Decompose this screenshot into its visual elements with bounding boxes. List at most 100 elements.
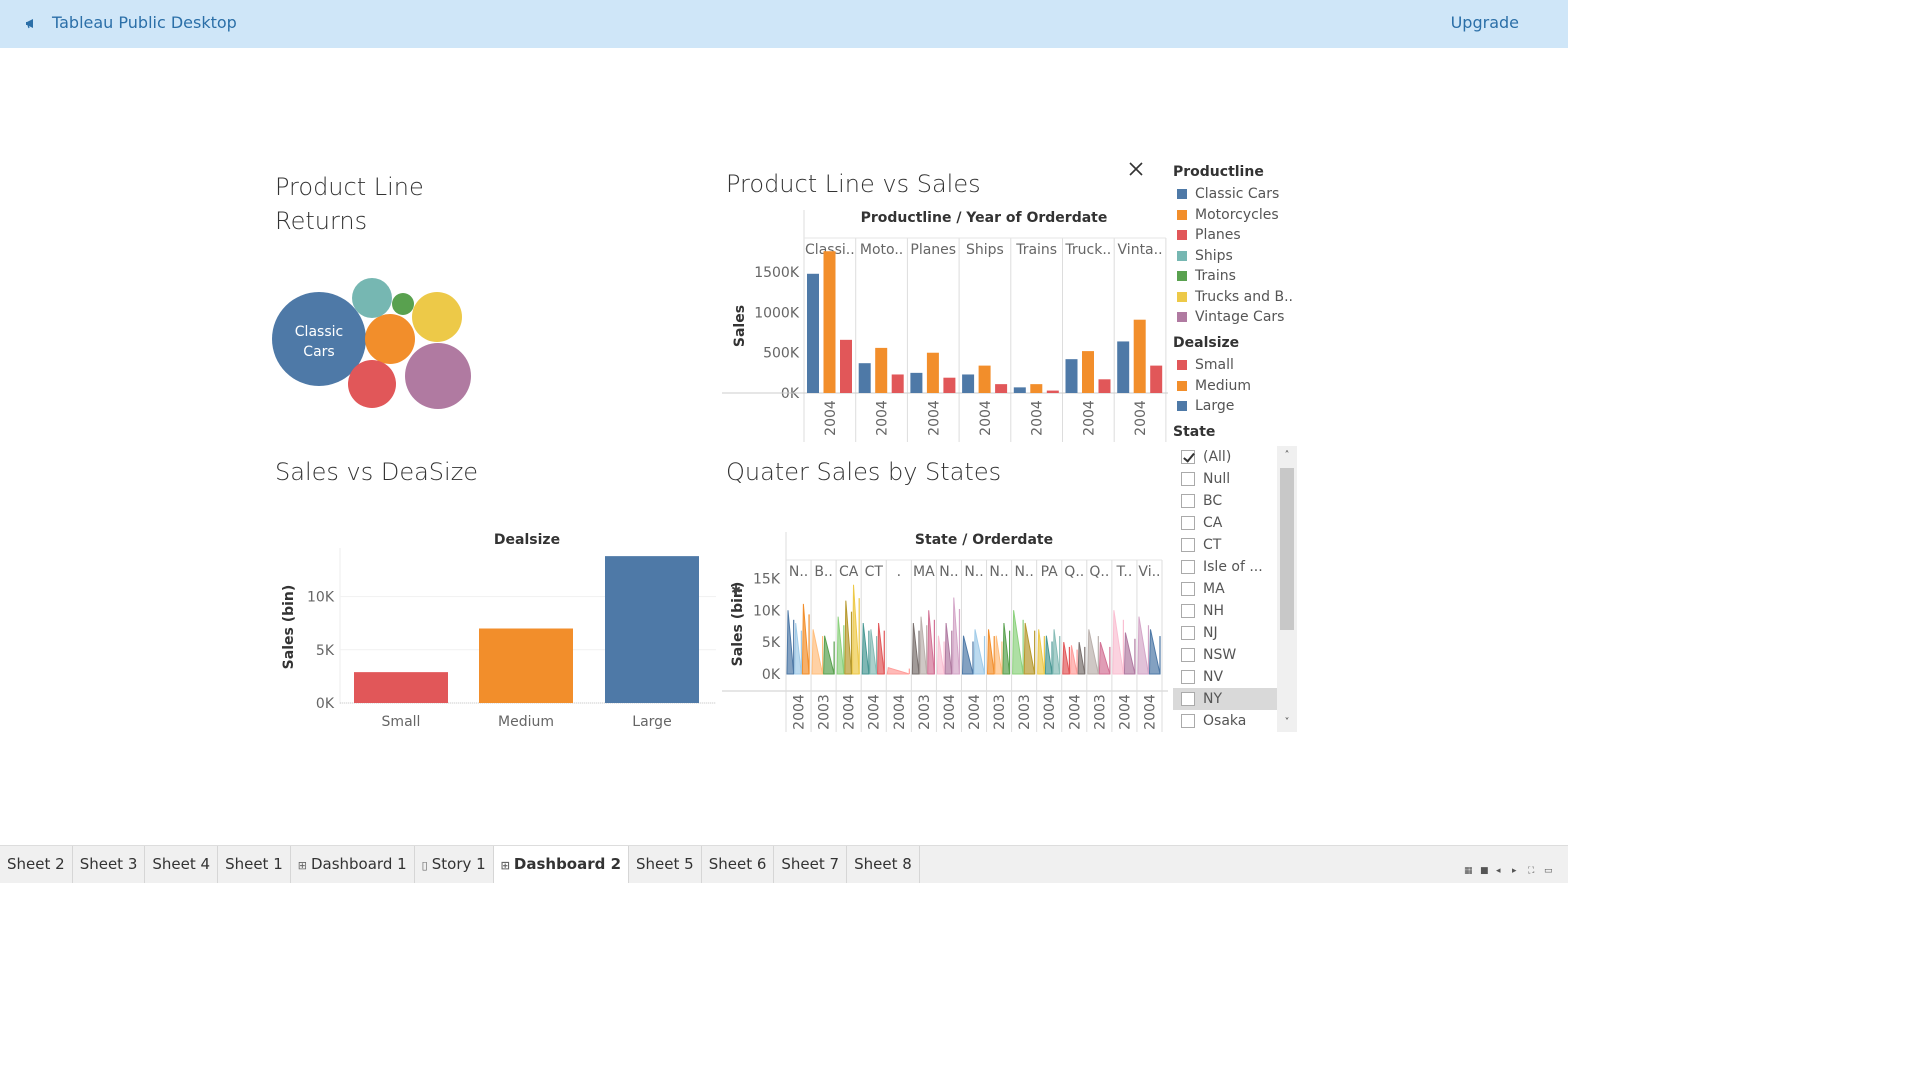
tab-sheet-3[interactable]: Sheet 3 [73, 846, 146, 883]
tab-sheet-6[interactable]: Sheet 6 [702, 846, 775, 883]
legend-item[interactable]: Trains [1173, 266, 1293, 287]
area-mark[interactable] [919, 616, 928, 675]
area-mark[interactable] [1069, 645, 1078, 675]
state-checkbox[interactable] [1181, 560, 1195, 574]
tab-story-1[interactable]: ▯ Story 1 [415, 846, 494, 883]
state-filter-item[interactable]: MA [1173, 578, 1277, 600]
upgrade-link[interactable]: Upgrade [1451, 13, 1519, 32]
state-checkbox[interactable] [1181, 604, 1195, 618]
bar-large[interactable] [1065, 359, 1078, 393]
area-mark[interactable] [936, 635, 945, 675]
tab-sheet-2[interactable]: Sheet 2 [0, 846, 73, 883]
close-icon[interactable] [1126, 159, 1146, 179]
next-sheet-icon[interactable]: ▸ [1512, 867, 1522, 876]
area-mark[interactable] [1098, 641, 1111, 675]
area-mark[interactable] [911, 622, 920, 675]
state-filter-item[interactable]: Isle of ... [1173, 556, 1277, 578]
area-mark[interactable] [1077, 642, 1086, 675]
area-mark[interactable] [852, 584, 860, 675]
bar-large[interactable] [1013, 387, 1026, 393]
state-checkbox[interactable] [1181, 626, 1195, 640]
state-checkbox[interactable] [1181, 494, 1195, 508]
bar-medium[interactable] [1082, 351, 1094, 393]
scroll-down-icon[interactable]: ˅ [1281, 717, 1293, 728]
area-mark[interactable] [794, 622, 802, 675]
legend-item[interactable]: Large [1173, 396, 1251, 417]
bar-large[interactable] [858, 363, 871, 393]
bar-medium[interactable] [1133, 319, 1146, 393]
legend-item[interactable]: Classic Cars [1173, 184, 1293, 205]
bubble-trains[interactable] [392, 293, 414, 315]
area-mark[interactable] [886, 666, 910, 675]
state-checkbox[interactable] [1181, 582, 1195, 596]
bar-large[interactable] [605, 556, 699, 703]
state-filter-item[interactable]: (All) [1173, 446, 1277, 468]
area-mark[interactable] [1123, 632, 1136, 675]
scroll-up-icon[interactable]: ˄ [1281, 450, 1293, 461]
area-mark[interactable] [1148, 629, 1161, 675]
state-filter-item[interactable]: NSW [1173, 644, 1277, 666]
bar-small[interactable] [943, 377, 956, 393]
area-mark[interactable] [1044, 635, 1053, 675]
tab-sheet-4[interactable]: Sheet 4 [145, 846, 219, 883]
bubble-chart[interactable]: Classic Cars [262, 270, 482, 420]
state-filter-item[interactable]: CA [1173, 512, 1277, 534]
area-mark[interactable] [1087, 629, 1099, 675]
bar-medium[interactable] [823, 251, 836, 393]
area-mark[interactable] [844, 600, 853, 675]
area-mark[interactable] [836, 616, 845, 675]
tab-sheet-7[interactable]: Sheet 7 [774, 846, 848, 883]
legend-item[interactable]: Small [1173, 355, 1251, 376]
bar-large[interactable] [1117, 341, 1130, 393]
scroll-thumb[interactable] [1280, 468, 1294, 630]
prev-sheet-icon[interactable]: ◂ [1496, 867, 1506, 876]
area-mark[interactable] [801, 603, 810, 675]
area-mark[interactable] [877, 622, 885, 675]
product-line-vs-sales-chart[interactable]: Productline / Year of Orderdate 0K 500K 100… [722, 200, 1168, 446]
bubble-trucks-and-buses[interactable] [412, 292, 462, 342]
bar-small[interactable] [1098, 379, 1111, 393]
bar-small[interactable] [995, 384, 1008, 393]
state-filter-item[interactable]: Null [1173, 468, 1277, 490]
fit-icon[interactable]: ⛶ [1528, 867, 1538, 876]
state-scrollbar[interactable]: ˄ ˅ [1277, 446, 1297, 732]
bar-small[interactable] [840, 339, 852, 393]
state-checkbox[interactable] [1181, 472, 1195, 486]
pin-icon[interactable]: ✱ [731, 583, 741, 597]
bubble-ships[interactable] [352, 278, 392, 318]
state-filter-item[interactable]: Osaka [1173, 710, 1277, 732]
state-filter-item[interactable]: NJ [1173, 622, 1277, 644]
bar-small[interactable] [354, 672, 448, 703]
state-filter-item[interactable]: CT [1173, 534, 1277, 556]
filmstrip-icon[interactable]: ■ [1480, 867, 1490, 876]
area-mark[interactable] [944, 622, 953, 675]
state-checkbox[interactable] [1181, 692, 1195, 706]
area-mark[interactable] [1023, 622, 1036, 675]
area-mark[interactable] [1012, 610, 1024, 675]
bar-medium[interactable] [479, 628, 573, 704]
area-mark[interactable] [961, 635, 974, 675]
area-mark[interactable] [1052, 629, 1061, 675]
area-mark[interactable] [823, 635, 835, 675]
area-mark[interactable] [1002, 622, 1011, 675]
bar-small[interactable] [1150, 365, 1163, 393]
bar-large[interactable] [962, 374, 975, 393]
state-checkbox[interactable] [1181, 450, 1195, 464]
grid-view-icon[interactable]: ▦ [1464, 867, 1474, 876]
area-mark[interactable] [952, 597, 961, 675]
area-mark[interactable] [1137, 616, 1150, 675]
quater-sales-chart[interactable]: State / Orderdate0K5K10K15KSales (bin)✱N… [722, 524, 1168, 734]
legend-item[interactable]: Medium [1173, 376, 1251, 397]
bar-large[interactable] [807, 273, 819, 393]
bubble-planes[interactable] [348, 360, 396, 408]
area-mark[interactable] [987, 629, 995, 675]
tab-dashboard-1[interactable]: ⊞ Dashboard 1 [291, 846, 415, 883]
area-mark[interactable] [927, 610, 935, 675]
bubble-motorcycles[interactable] [365, 314, 415, 364]
bar-medium[interactable] [926, 352, 939, 393]
legend-item[interactable]: Ships [1173, 246, 1293, 267]
bar-medium[interactable] [1030, 384, 1043, 393]
bubble-vintage-cars[interactable] [405, 343, 471, 409]
tab-sheet-1[interactable]: Sheet 1 [218, 846, 291, 883]
state-checkbox[interactable] [1181, 516, 1195, 530]
